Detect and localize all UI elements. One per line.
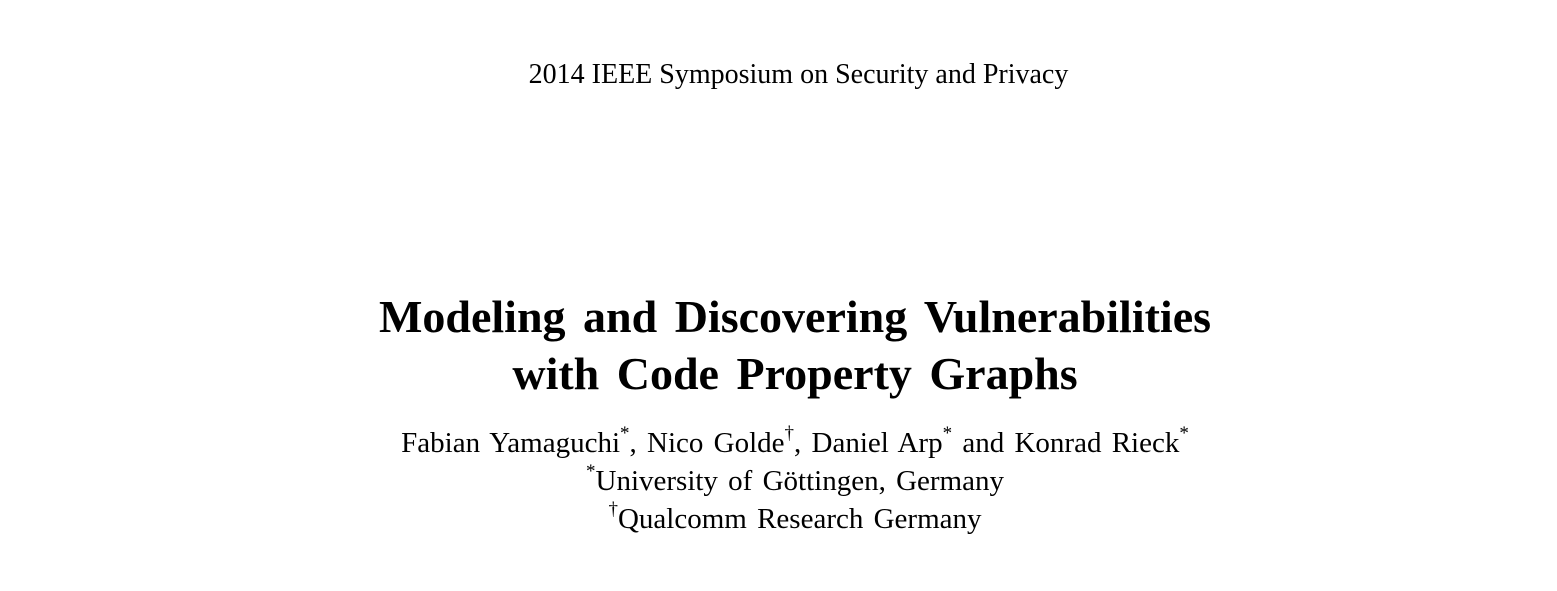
affiliation-mark: * (586, 461, 596, 483)
author-block: Fabian Yamaguchi*, Nico Golde†, Daniel A… (0, 424, 1557, 538)
author-name: Daniel Arp (811, 427, 943, 459)
affiliation-line: *University of Göttingen, Germany (0, 462, 1557, 500)
affiliation-mark: † (608, 499, 618, 521)
affiliation-mark: * (1179, 423, 1189, 445)
affiliation-name: University of Göttingen, Germany (595, 465, 1004, 497)
author-separator: , (629, 427, 648, 459)
affiliation-line: †Qualcomm Research Germany (0, 500, 1557, 538)
author-separator: and (952, 427, 1015, 459)
affiliation-mark: † (784, 423, 795, 445)
author-name: Nico Golde (647, 427, 785, 459)
author-separator: , (794, 427, 812, 459)
venue-header: 2014 IEEE Symposium on Security and Priv… (528, 59, 1069, 90)
affiliation-mark: * (942, 423, 953, 445)
author-list: Fabian Yamaguchi*, Nico Golde†, Daniel A… (0, 424, 1557, 462)
paper-title: Modeling and Discovering Vulnerabilities… (0, 288, 1557, 402)
affiliation-name: Qualcomm Research Germany (617, 503, 982, 535)
title-line-1: Modeling and Discovering Vulnerabilities (378, 291, 1212, 342)
author-name: Konrad Rieck (1014, 427, 1180, 459)
title-line-2: with Code Property Graphs (512, 348, 1078, 399)
author-name: Fabian Yamaguchi (401, 427, 621, 459)
affiliation-mark: * (620, 423, 630, 445)
